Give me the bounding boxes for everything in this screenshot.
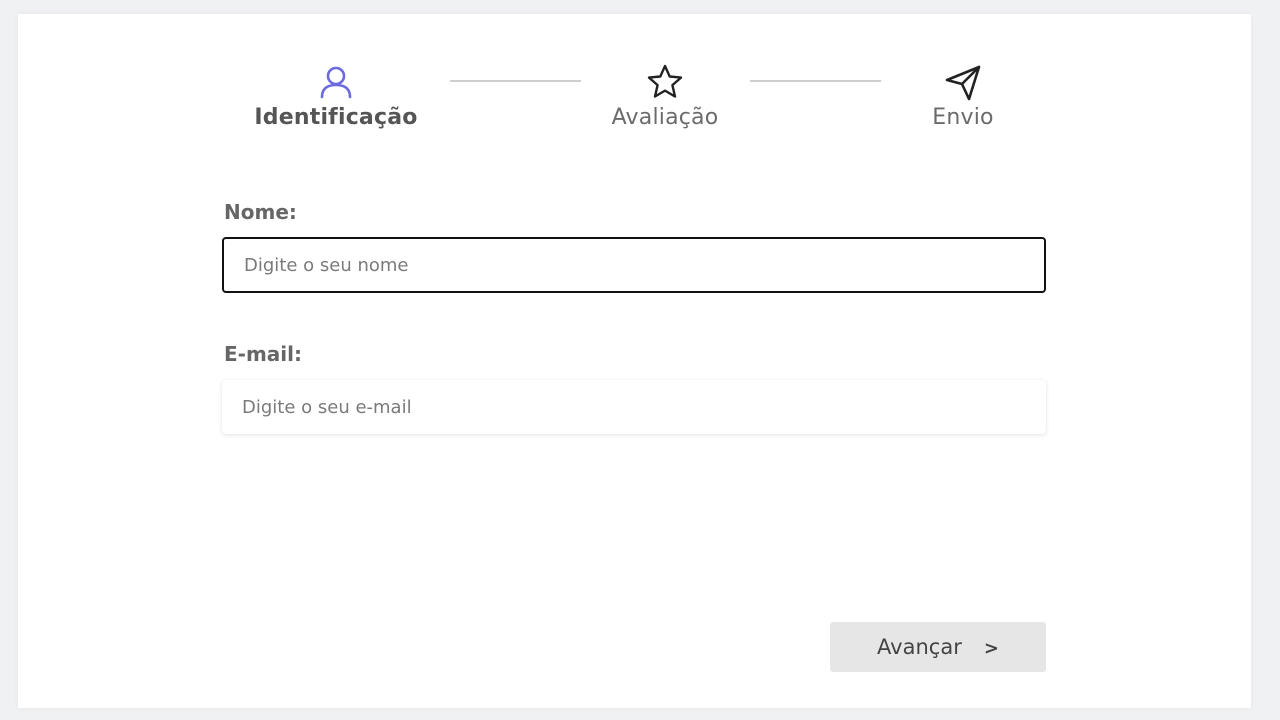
- next-button-label: Avançar: [877, 635, 962, 659]
- step-identificacao[interactable]: Identificação: [226, 62, 446, 130]
- user-icon: [320, 66, 352, 99]
- step-avaliacao[interactable]: Avaliação: [555, 62, 775, 130]
- step-label: Identificação: [254, 105, 418, 130]
- send-icon: [945, 65, 981, 101]
- email-label: E-mail:: [224, 342, 303, 366]
- step-envio[interactable]: Envio: [853, 62, 1073, 130]
- email-input[interactable]: [222, 380, 1046, 434]
- step-label: Avaliação: [611, 105, 719, 130]
- form-card: Identificação Avaliação Envio Nome: E-ma…: [18, 14, 1251, 708]
- next-button[interactable]: Avançar >: [830, 622, 1046, 672]
- name-input[interactable]: [222, 237, 1046, 293]
- step-label: Envio: [932, 105, 994, 130]
- name-label: Nome:: [224, 200, 297, 224]
- stepper: Identificação Avaliação Envio: [18, 14, 1251, 164]
- chevron-right-icon: >: [983, 638, 999, 659]
- star-icon: [647, 64, 683, 98]
